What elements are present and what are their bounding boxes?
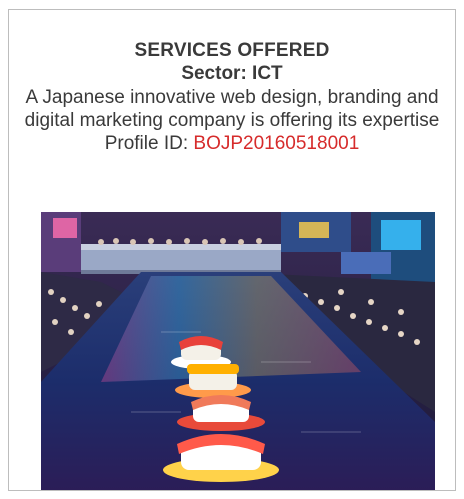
profile-id: BOJP20160518001 <box>193 133 360 154</box>
description: A Japanese innovative web design, brandi… <box>24 87 440 131</box>
listing-text: SERVICES OFFERED Sector: ICT A Japanese … <box>9 39 455 155</box>
services-card: SERVICES OFFERED Sector: ICT A Japanese … <box>8 9 456 491</box>
profile-line: Profile ID: BOJP20160518001 <box>9 132 455 155</box>
profile-label: Profile ID: <box>104 133 194 154</box>
photo-canal-sushi <box>41 212 435 490</box>
headline: SERVICES OFFERED <box>134 40 330 61</box>
sector-label: Sector: ICT <box>181 63 283 84</box>
photo-illustration <box>41 212 435 490</box>
